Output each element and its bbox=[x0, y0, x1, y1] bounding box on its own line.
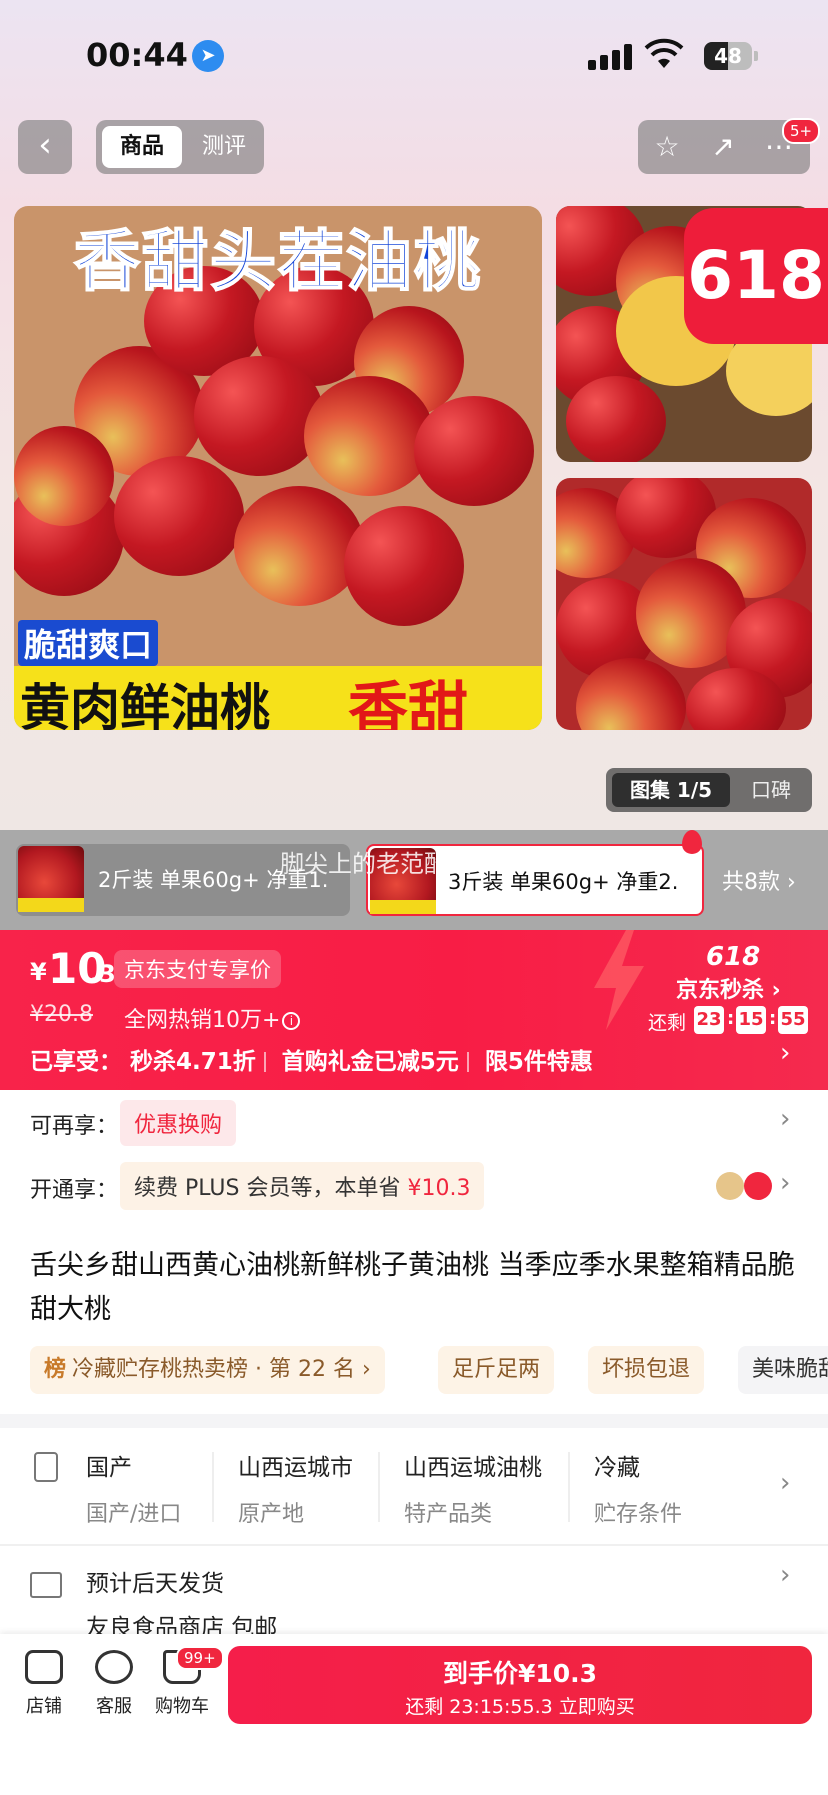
sku-label: 3斤装 单果60g+ 净重2. bbox=[448, 870, 679, 894]
countdown-seconds: 55 bbox=[778, 1006, 808, 1034]
plus-save-amount: ¥10.3 bbox=[407, 1176, 471, 1201]
gallery-reputation-tab[interactable]: 口碑 bbox=[736, 773, 806, 807]
battery-level: 48 bbox=[714, 44, 742, 68]
battery-icon: 48 bbox=[704, 42, 752, 70]
service-chat-icon bbox=[95, 1650, 133, 1684]
countdown-hours: 23 bbox=[694, 1006, 724, 1034]
attr-storage: 冷藏 贮存条件 bbox=[594, 1455, 683, 1527]
buy-countdown: 还剩 23:15:55.3 立即购买 bbox=[405, 1696, 635, 1718]
message-badge: 5+ bbox=[782, 118, 821, 144]
extra-offer-label: 可再享： bbox=[30, 1114, 119, 1139]
watermark-text: 脚尖上的老范酷赛 bbox=[280, 850, 472, 878]
chevron-right-icon[interactable]: › bbox=[780, 1468, 790, 1498]
plus-offer-label: 开通享： bbox=[30, 1178, 119, 1203]
sales-info[interactable]: 全网热销10万+ i bbox=[124, 1002, 301, 1034]
status-bar: 00:44 ➤ 48 bbox=[0, 0, 828, 110]
chevron-right-icon[interactable]: › bbox=[780, 1560, 790, 1590]
truck-icon bbox=[30, 1572, 62, 1598]
location-arrow-icon: ➤ bbox=[192, 40, 224, 72]
product-attributes[interactable]: 国产 国产/进口 山西运城市 原产地 山西运城油桃 特产品类 冷藏 贮存条件 › bbox=[0, 1428, 828, 1544]
hot-flame-icon bbox=[682, 830, 702, 854]
main-product-image[interactable]: 香甜头茬油桃 脆甜爽口 黄肉鲜油桃 香甜 bbox=[14, 206, 542, 730]
countdown-minutes: 15 bbox=[736, 1006, 766, 1034]
plus-crown-icon bbox=[716, 1172, 744, 1200]
red-packet-icon bbox=[744, 1172, 772, 1200]
promo-618-badge: 618 bbox=[684, 208, 828, 344]
status-time: 00:44 bbox=[86, 36, 188, 74]
section-divider bbox=[0, 1414, 828, 1428]
original-price: ¥20.8 bbox=[30, 1002, 93, 1027]
enjoyed-limit: 限5件特惠 bbox=[484, 1049, 593, 1075]
store-button[interactable]: 店铺 bbox=[12, 1650, 76, 1718]
side-product-image-2[interactable] bbox=[556, 478, 812, 730]
sku-total-count[interactable]: 共8款 › bbox=[722, 864, 796, 896]
image-banner-left-text: 黄肉鲜油桃 bbox=[20, 679, 270, 730]
countdown-label: 还剩 bbox=[648, 1012, 687, 1034]
customer-service-button[interactable]: 客服 bbox=[82, 1650, 146, 1718]
top-tabs: 商品 测评 bbox=[96, 120, 264, 174]
document-icon bbox=[34, 1452, 58, 1482]
extra-offer-row[interactable]: 可再享： 优惠换购 › bbox=[0, 1090, 828, 1152]
trade-in-tag[interactable]: 优惠换购 bbox=[120, 1100, 237, 1146]
product-tag-row: 榜冷藏贮存桃热卖榜 · 第 22 名 › 足斤足两 坏损包退 美味脆甜 bbox=[30, 1346, 828, 1394]
enjoyed-seckill: 秒杀4.71折 bbox=[130, 1049, 256, 1075]
ranking-icon: 榜 bbox=[44, 1357, 67, 1382]
back-button[interactable]: ‹ bbox=[18, 120, 72, 174]
price-decimal: .3 bbox=[90, 960, 116, 988]
tag-tasty[interactable]: 美味脆甜 bbox=[738, 1346, 828, 1394]
tab-review[interactable]: 测评 bbox=[190, 126, 258, 168]
tag-damage-refund[interactable]: 坏损包退 bbox=[588, 1346, 705, 1394]
tab-product[interactable]: 商品 bbox=[102, 126, 182, 168]
wifi-icon bbox=[644, 38, 684, 68]
buy-now-button[interactable]: 到手价¥10.3 还剩 23:15:55.3 立即购买 bbox=[228, 1646, 812, 1724]
chevron-right-icon[interactable]: › bbox=[780, 1038, 790, 1068]
bottom-action-bar: 店铺 客服 购物车 99+ 到手价¥10.3 还剩 23:15:55.3 立即购… bbox=[0, 1634, 828, 1795]
shipping-row[interactable]: 预计后天发货 友良食品商店 包邮 › bbox=[0, 1544, 828, 1641]
image-banner-right-text: 香甜 bbox=[348, 676, 468, 730]
share-icon[interactable]: ↗ bbox=[696, 120, 750, 174]
shipping-estimate: 预计后天发货 bbox=[86, 1571, 224, 1597]
enjoyed-discounts[interactable]: 已享受： 秒杀4.71折 首购礼金已减5元 限5件特惠 bbox=[30, 1042, 593, 1076]
image-title-text: 香甜头茬油桃 bbox=[73, 222, 482, 301]
cellular-signal-icon bbox=[588, 44, 634, 70]
enjoyed-label: 已享受： bbox=[30, 1049, 122, 1075]
favorite-star-icon[interactable]: ☆ bbox=[640, 120, 694, 174]
chevron-right-icon[interactable]: › bbox=[780, 1104, 790, 1134]
gallery-album-tab[interactable]: 图集 1/5 bbox=[612, 773, 730, 807]
attr-specialty: 山西运城油桃 特产品类 bbox=[404, 1455, 542, 1527]
chevron-right-icon[interactable]: › bbox=[780, 1168, 790, 1198]
plus-offer-row[interactable]: 开通享： 续费 PLUS 会员等，本单省 ¥10.3 › bbox=[0, 1152, 828, 1218]
event-618-text: 618 bbox=[706, 942, 761, 972]
price-section: ¥ 10 .3 京东支付专享价 ¥20.8 全网热销10万+ i 已享受： 秒杀4… bbox=[0, 930, 828, 1090]
plus-renew-tag[interactable]: 续费 PLUS 会员等，本单省 ¥10.3 bbox=[120, 1162, 485, 1210]
attr-origin-type: 国产 国产/进口 bbox=[86, 1455, 182, 1527]
store-icon bbox=[25, 1650, 63, 1684]
product-title: 舌尖乡甜山西黄心油桃新鲜桃子黄油桃 当季应季水果整箱精品脆甜大桃 bbox=[30, 1250, 795, 1325]
cart-count-badge: 99+ bbox=[176, 1646, 224, 1670]
attr-origin-place: 山西运城市 原产地 bbox=[238, 1455, 353, 1527]
pay-exclusive-tag: 京东支付专享价 bbox=[114, 950, 281, 988]
lightning-bolt-icon bbox=[594, 930, 644, 1030]
jd-seckill-link[interactable]: 京东秒杀 › bbox=[676, 972, 781, 1004]
ranking-chip[interactable]: 榜冷藏贮存桃热卖榜 · 第 22 名 › bbox=[30, 1346, 385, 1394]
info-icon[interactable]: i bbox=[282, 1012, 301, 1030]
image-yellow-banner: 黄肉鲜油桃 香甜 bbox=[14, 666, 542, 730]
enjoyed-first-purchase: 首购礼金已减5元 bbox=[281, 1049, 459, 1075]
gallery-pill: 图集 1/5 口碑 bbox=[606, 768, 812, 812]
image-badge-text: 脆甜爽口 bbox=[18, 620, 159, 666]
price-currency: ¥ bbox=[30, 958, 47, 986]
buy-final-price: 到手价¥10.3 bbox=[442, 1659, 598, 1688]
tag-full-weight[interactable]: 足斤足两 bbox=[438, 1346, 555, 1394]
sku-thumbnail bbox=[18, 846, 84, 912]
